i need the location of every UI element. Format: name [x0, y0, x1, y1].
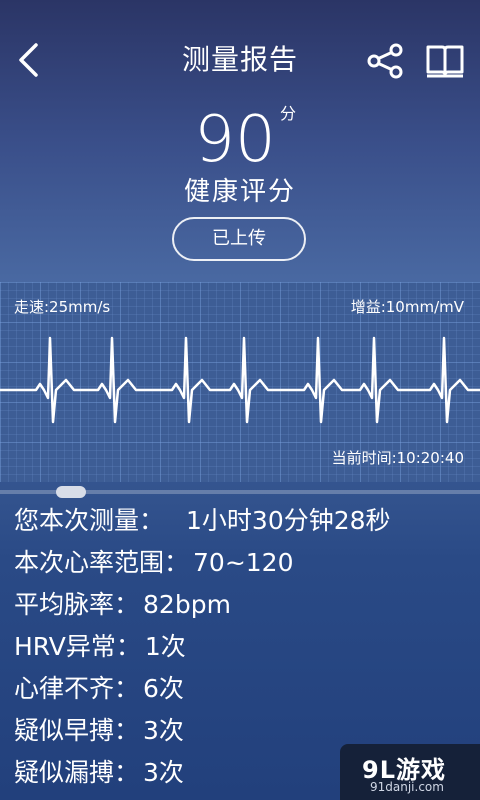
stat-duration: 您本次测量： 1小时30分钟28秒 [14, 500, 474, 542]
health-score-label: 健康评分 [183, 177, 296, 207]
ecg-scrollbar[interactable] [0, 486, 480, 498]
back-button[interactable] [8, 38, 48, 82]
stat-label: HRV异常： [14, 632, 141, 661]
stat-value: 3次 [143, 716, 184, 745]
gain-label: 增益:10mm/mV [350, 298, 464, 316]
stat-label: 心律不齐： [14, 674, 140, 703]
stat-heart-rate-range: 本次心率范围： 70~120 [14, 542, 474, 584]
scroll-thumb[interactable] [56, 486, 86, 498]
paper-speed-label: 走速:25mm/s [14, 298, 111, 316]
page-title: 测量报告 [181, 43, 298, 76]
health-score-unit: 分 [280, 104, 297, 123]
stat-value: 1小时30分钟28秒 [186, 506, 391, 535]
stat-label: 平均脉率： [14, 590, 140, 619]
upload-status-button[interactable]: 已上传 [172, 217, 306, 261]
stat-hrv-abnormal: HRV异常： 1次 [14, 626, 474, 668]
current-time-label: 当前时间:10:20:40 [331, 449, 464, 467]
watermark: 9L游戏 91danji.com [340, 744, 480, 800]
stat-label: 疑似早搏： [14, 716, 140, 745]
watermark-url: 91danji.com [370, 780, 444, 794]
stat-value: 1次 [144, 632, 186, 661]
ecg-panel: 走速:25mm/s 增益:10mm/mV 当前时间:10:20:40 [0, 282, 480, 482]
chevron-left-icon [19, 43, 38, 77]
stat-average-pulse: 平均脉率： 82bpm [14, 584, 474, 626]
stat-value: 70~120 [193, 548, 294, 577]
stat-value: 82bpm [143, 590, 231, 619]
health-score-value: 90 [194, 103, 276, 177]
share-icon [367, 43, 403, 79]
share-button[interactable] [364, 40, 406, 82]
stat-value: 3次 [143, 758, 184, 787]
stat-value: 6次 [143, 674, 184, 703]
guide-button[interactable] [424, 40, 466, 82]
stat-label: 本次心率范围： [14, 548, 190, 577]
stat-label: 您本次测量： [14, 506, 165, 535]
stat-label: 疑似漏搏： [14, 758, 140, 787]
book-icon [426, 45, 464, 78]
stat-arrhythmia: 心律不齐： 6次 [14, 668, 474, 710]
